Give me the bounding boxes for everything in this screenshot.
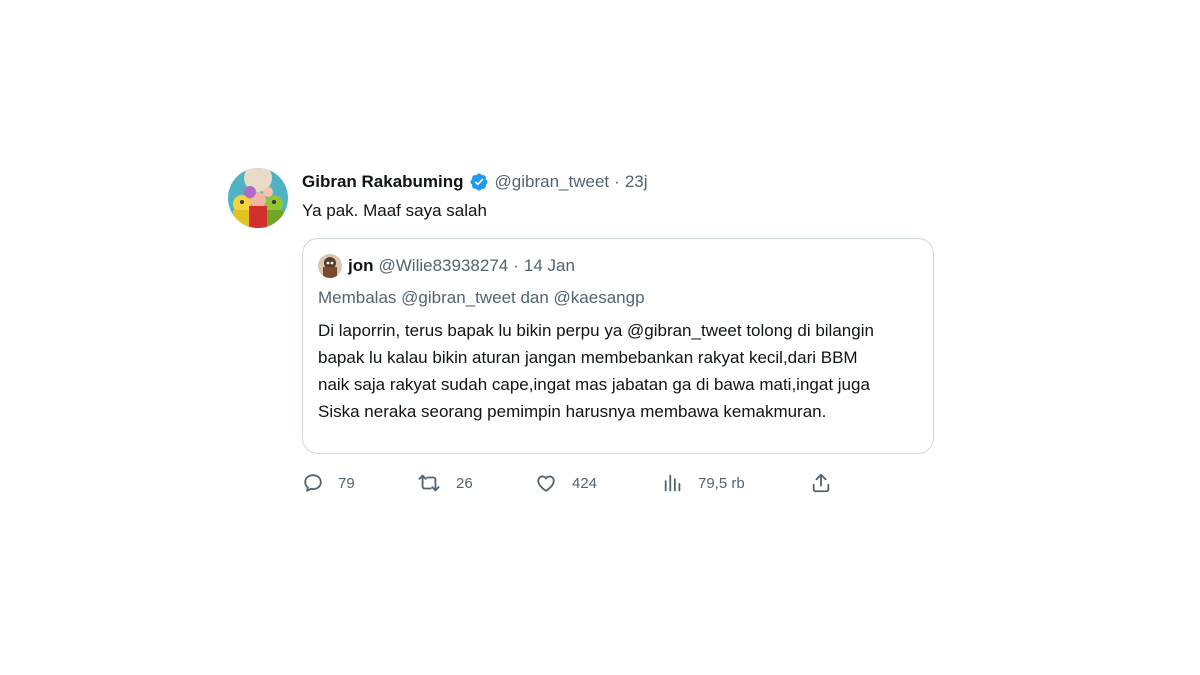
quoted-tweet[interactable]: jon @Wilie83938274 · 14 Jan Membalas @gi… bbox=[302, 238, 934, 454]
quoted-tweet-text: Di laporrin, terus bapak lu bikin perpu … bbox=[318, 321, 874, 421]
retweet-button[interactable]: 26 bbox=[416, 468, 473, 498]
reply-button[interactable]: 79 bbox=[302, 468, 355, 498]
quoted-author-handle[interactable]: @Wilie83938274 bbox=[379, 256, 509, 276]
tweet-body: Gibran Rakabuming @gibran_tweet · 23j Ya… bbox=[302, 168, 936, 454]
like-button[interactable]: 424 bbox=[534, 468, 597, 498]
like-count: 424 bbox=[572, 474, 598, 492]
avatar[interactable] bbox=[228, 168, 288, 228]
share-button[interactable] bbox=[810, 468, 832, 498]
quoted-profile-photo-icon bbox=[318, 254, 342, 278]
view-count: 79,5 rb bbox=[698, 474, 745, 492]
share-icon bbox=[810, 472, 832, 494]
reply-icon bbox=[302, 472, 324, 494]
heart-icon bbox=[534, 472, 558, 494]
tweet-timestamp[interactable]: 23j bbox=[625, 172, 648, 192]
separator-dot: · bbox=[614, 172, 620, 191]
tweet-actions: 79 26 424 79,5 rb bbox=[302, 468, 862, 498]
quoted-avatar[interactable] bbox=[318, 254, 342, 278]
quoted-tweet-header: jon @Wilie83938274 · 14 Jan bbox=[318, 253, 918, 279]
reply-context: Membalas @gibran_tweet dan @kaesangp bbox=[318, 288, 645, 307]
quoted-separator-dot: · bbox=[513, 256, 519, 275]
retweet-icon bbox=[416, 472, 442, 494]
author-name[interactable]: Gibran Rakabuming bbox=[302, 172, 464, 192]
author-handle[interactable]: @gibran_tweet bbox=[495, 172, 610, 192]
tweet-header: Gibran Rakabuming @gibran_tweet · 23j bbox=[302, 168, 936, 196]
reply-count: 79 bbox=[338, 474, 355, 492]
quoted-author-name[interactable]: jon bbox=[348, 256, 374, 276]
quoted-timestamp[interactable]: 14 Jan bbox=[524, 256, 575, 276]
views-button[interactable]: 79,5 rb bbox=[662, 468, 745, 498]
profile-photo-icon bbox=[228, 168, 288, 228]
tweet-text: Ya pak. Maaf saya salah bbox=[302, 201, 487, 220]
retweet-count: 26 bbox=[456, 474, 473, 492]
verified-badge-icon bbox=[469, 172, 489, 192]
analytics-icon bbox=[662, 472, 684, 494]
